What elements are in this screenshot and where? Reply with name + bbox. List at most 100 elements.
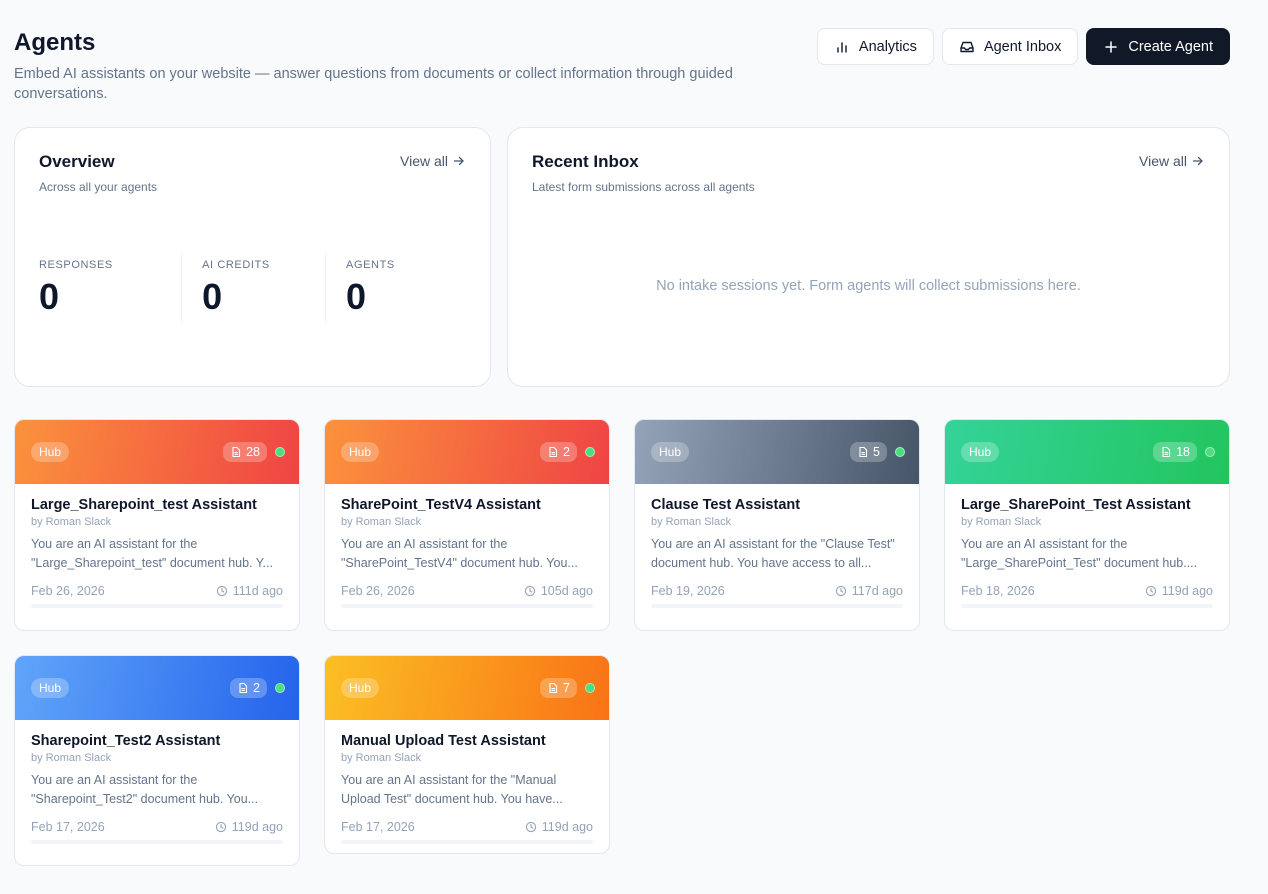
- document-count-badge: 5: [850, 442, 887, 462]
- document-count: 2: [253, 681, 260, 695]
- clock-icon: [835, 585, 846, 597]
- document-icon: [859, 446, 868, 458]
- agent-name: Large_SharePoint_Test Assistant: [961, 497, 1191, 513]
- agent-card-banner: Hub 28: [15, 420, 299, 484]
- agent-author: by Roman Slack: [651, 516, 732, 528]
- document-icon: [549, 682, 558, 694]
- page-header: Agents Embed AI assistants on your websi…: [14, 28, 1230, 108]
- document-icon: [1162, 446, 1171, 458]
- agent-created-date: Feb 19, 2026: [651, 584, 725, 598]
- document-count-badge: 28: [223, 442, 267, 462]
- agent-age: 119d ago: [215, 820, 283, 834]
- document-count: 5: [873, 445, 880, 459]
- overview-view-all-link[interactable]: View all: [400, 153, 465, 169]
- status-dot: [585, 447, 595, 457]
- agent-inbox-button[interactable]: Agent Inbox: [941, 28, 1079, 65]
- stat-ai-credits: AI CREDITS 0: [181, 253, 325, 323]
- agent-description: You are an AI assistant for the "SharePo…: [341, 537, 578, 570]
- agent-created-date: Feb 26, 2026: [31, 584, 105, 598]
- agent-card[interactable]: Hub 2 SharePoint_TestV4 Assistant by Rom…: [324, 419, 610, 631]
- agent-card-progress: [341, 604, 593, 608]
- agent-age-label: 119d ago: [231, 820, 283, 834]
- agent-author: by Roman Slack: [31, 516, 112, 528]
- agent-name: Large_Sharepoint_test Assistant: [31, 497, 257, 513]
- agent-age-label: 105d ago: [540, 584, 593, 598]
- agent-author: by Roman Slack: [341, 516, 422, 528]
- agent-card-progress: [31, 604, 283, 608]
- agent-card-body: Large_SharePoint_Test Assistant by Roman…: [945, 484, 1229, 608]
- stat-value: 0: [346, 276, 367, 317]
- view-all-label: View all: [1139, 153, 1187, 169]
- agent-card-progress: [961, 604, 1213, 608]
- agent-description: You are an AI assistant for the "Manual …: [341, 773, 563, 806]
- document-icon: [549, 446, 558, 458]
- agent-created-date: Feb 17, 2026: [341, 820, 415, 834]
- agent-name: Manual Upload Test Assistant: [341, 733, 546, 749]
- stat-label: AGENTS: [346, 259, 395, 271]
- agent-description: You are an AI assistant for the "Large_S…: [31, 537, 273, 570]
- agent-age-label: 119d ago: [541, 820, 593, 834]
- overview-subtitle: Across all your agents: [39, 180, 158, 194]
- agent-card-body: SharePoint_TestV4 Assistant by Roman Sla…: [325, 484, 609, 608]
- clock-icon: [216, 585, 227, 597]
- hub-badge: Hub: [341, 442, 380, 462]
- agent-author: by Roman Slack: [31, 752, 112, 764]
- overview-title: Overview: [39, 152, 115, 171]
- document-count: 2: [563, 445, 570, 459]
- document-count: 18: [1176, 445, 1190, 459]
- agent-card-footer: Feb 17, 2026 119d ago: [31, 820, 283, 834]
- agent-card-body: Large_Sharepoint_test Assistant by Roman…: [15, 484, 299, 608]
- status-dot: [275, 683, 285, 693]
- overview-stats: RESPONSES 0 AI CREDITS 0 AGENTS 0: [39, 253, 469, 323]
- agent-card-progress: [31, 840, 283, 844]
- stat-value: 0: [39, 276, 60, 317]
- stat-agents: AGENTS 0: [325, 253, 469, 323]
- agent-card[interactable]: Hub 2 Sharepoint_Test2 Assistant by Roma…: [14, 655, 300, 866]
- status-dot: [585, 683, 595, 693]
- agent-card[interactable]: Hub 7 Manual Upload Test Assistant by Ro…: [324, 655, 610, 854]
- clock-icon: [525, 821, 536, 833]
- agent-card-footer: Feb 26, 2026 105d ago: [341, 584, 593, 598]
- agent-card-banner: Hub 2: [325, 420, 609, 484]
- analytics-button[interactable]: Analytics: [816, 28, 934, 65]
- agent-age-label: 117d ago: [851, 584, 903, 598]
- agent-card-body: Clause Test Assistant by Roman Slack You…: [635, 484, 919, 608]
- inbox-empty-message: No intake sessions yet. Form agents will…: [656, 278, 1081, 294]
- agent-created-date: Feb 18, 2026: [961, 584, 1035, 598]
- agent-card-body: Sharepoint_Test2 Assistant by Roman Slac…: [15, 720, 299, 844]
- document-count-badge: 18: [1153, 442, 1197, 462]
- agent-age: 105d ago: [524, 584, 593, 598]
- plus-icon: [1103, 39, 1119, 55]
- agent-card-banner: Hub 5: [635, 420, 919, 484]
- clock-icon: [1145, 585, 1156, 597]
- status-dot: [1205, 447, 1215, 457]
- document-count: 7: [563, 681, 570, 695]
- agent-card[interactable]: Hub 28 Large_Sharepoint_test Assistant b…: [14, 419, 300, 631]
- agent-age-label: 119d ago: [1161, 584, 1213, 598]
- status-dot: [895, 447, 905, 457]
- agent-inbox-label: Agent Inbox: [983, 38, 1062, 55]
- agent-author: by Roman Slack: [341, 752, 422, 764]
- recent-inbox-panel: Recent Inbox Latest form submissions acr…: [507, 127, 1230, 387]
- document-icon: [239, 682, 248, 694]
- stat-value: 0: [202, 276, 223, 317]
- stat-responses: RESPONSES 0: [39, 253, 181, 323]
- agent-card-progress: [651, 604, 903, 608]
- view-all-label: View all: [400, 153, 448, 169]
- agent-card[interactable]: Hub 5 Clause Test Assistant by Roman Sla…: [634, 419, 920, 631]
- agent-name: Sharepoint_Test2 Assistant: [31, 733, 221, 749]
- agent-card[interactable]: Hub 18 Large_SharePoint_Test Assistant b…: [944, 419, 1230, 631]
- clock-icon: [215, 821, 226, 833]
- agent-age-label: 111d ago: [232, 584, 283, 598]
- page-subtitle: Embed AI assistants on your website — an…: [14, 66, 733, 102]
- agent-age: 119d ago: [525, 820, 593, 834]
- agent-card-footer: Feb 19, 2026 117d ago: [651, 584, 903, 598]
- inbox-view-all-link[interactable]: View all: [1139, 153, 1204, 169]
- agent-card-footer: Feb 18, 2026 119d ago: [961, 584, 1213, 598]
- agent-card-footer: Feb 17, 2026 119d ago: [341, 820, 593, 834]
- document-count-badge: 7: [540, 678, 577, 698]
- bar-chart-icon: [834, 39, 850, 55]
- agent-description: You are an AI assistant for the "Clause …: [651, 537, 895, 570]
- create-agent-button[interactable]: Create Agent: [1086, 28, 1230, 65]
- stat-label: RESPONSES: [39, 259, 113, 271]
